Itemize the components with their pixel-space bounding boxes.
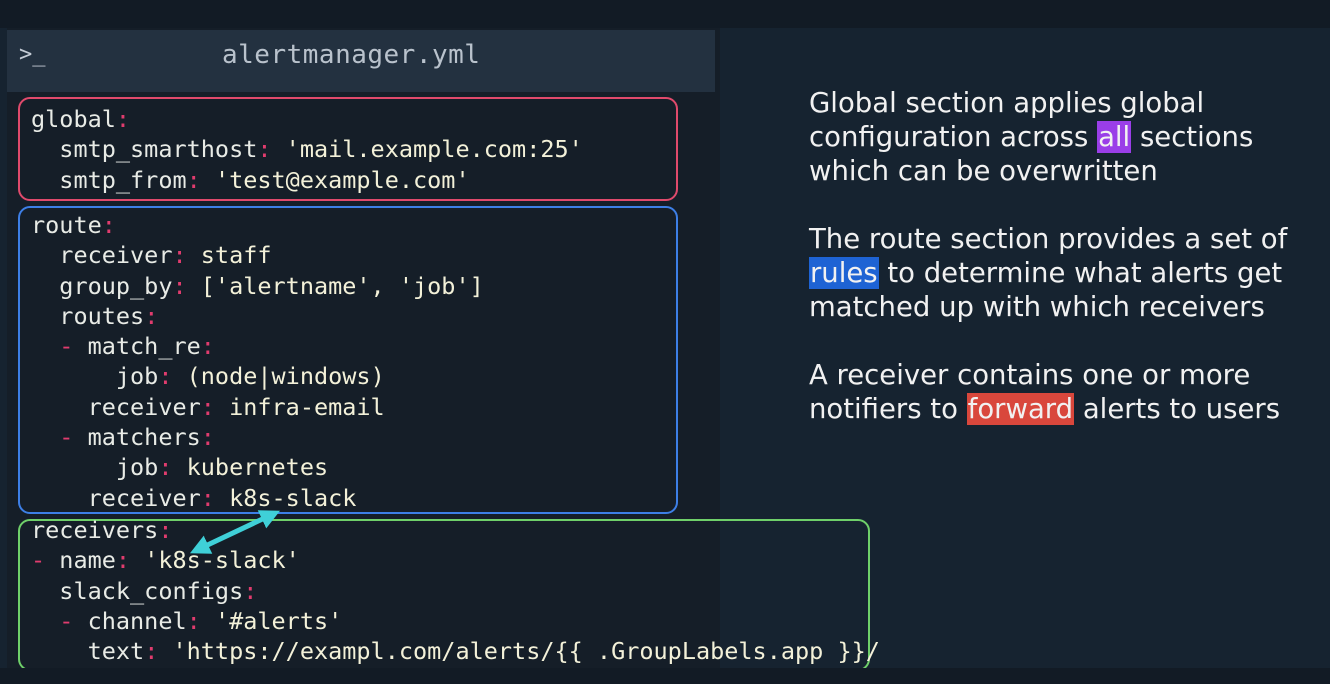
explanation-notes: Global section applies global configurat… <box>809 86 1319 460</box>
highlight-forward: forward <box>966 393 1075 425</box>
note-receiver: A receiver contains one or more notifier… <box>809 359 1281 425</box>
note-global: Global section applies global configurat… <box>809 87 1254 187</box>
bottom-bar <box>0 668 1330 684</box>
highlight-all: all <box>1097 121 1132 153</box>
highlight-rules: rules <box>809 257 879 289</box>
note-route: The route section provides a set of rule… <box>809 223 1288 323</box>
